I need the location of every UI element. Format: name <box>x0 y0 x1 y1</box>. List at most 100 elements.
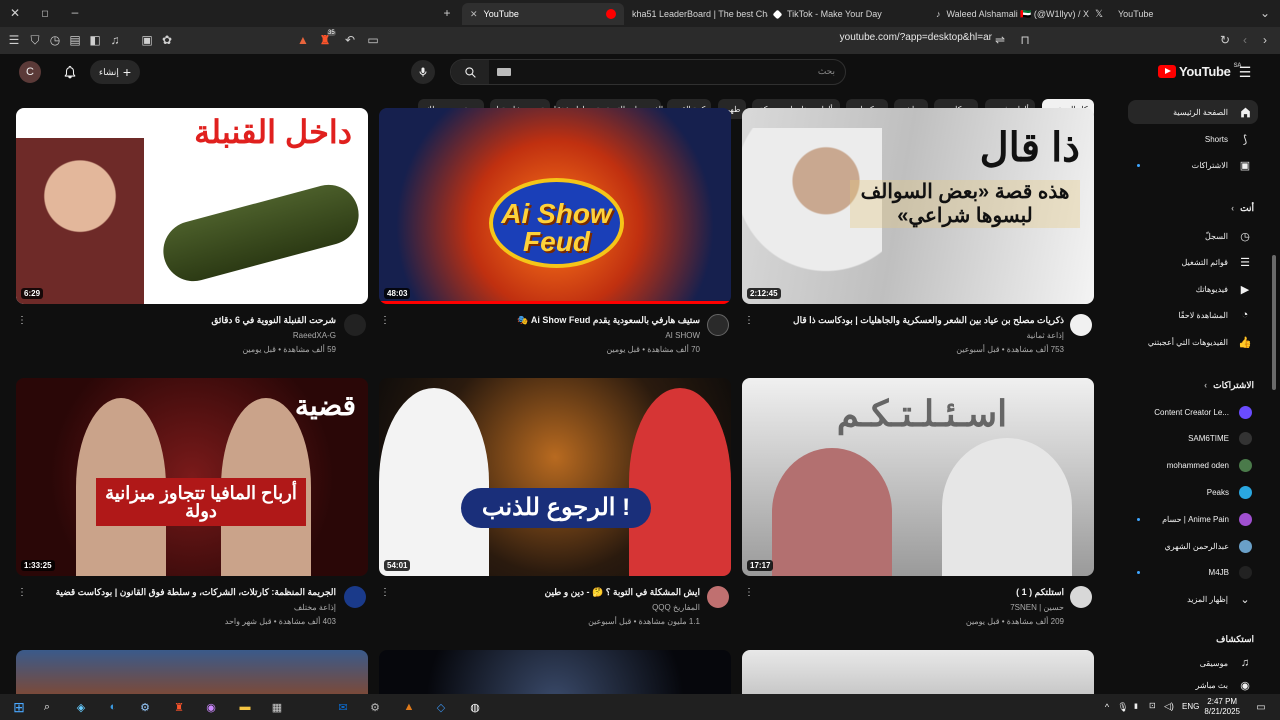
address-bar[interactable]: youtube.com/?app=desktop&hl=ar <box>742 32 992 43</box>
video-thumbnail[interactable]: Ai Show Feud 48:03 <box>379 108 731 304</box>
sidebar-item-playlists[interactable]: قوائم التشغيل ☰ <box>1128 250 1258 274</box>
notifications-icon[interactable]: ▭ <box>1252 698 1270 716</box>
search-icon[interactable]: ⌕ <box>38 698 56 716</box>
more-actions-icon[interactable]: ⋮ <box>17 587 27 598</box>
channel-name[interactable]: حسين | 7SNEN <box>760 603 1064 612</box>
edge-icon[interactable]: ◐ <box>104 698 122 716</box>
video-title[interactable]: ايش المشكلة في التوبة ؟ 🤔 - دين و طين <box>398 587 700 598</box>
sidebar-item-subscription[interactable]: SAM6TIME <box>1128 426 1258 450</box>
voice-search-button[interactable] <box>411 60 435 84</box>
tab-x[interactable]: ♪ Waleed Alshamali 🇦🇪 (@W1llyv) / X 𝕏 <box>928 3 1108 25</box>
guide-menu-icon[interactable]: ☰ <box>1236 63 1254 81</box>
subscriptions-section-header[interactable]: ‹ الاشتراكات <box>1128 380 1254 391</box>
video-title[interactable]: استلتكم ( 1 ) <box>760 587 1064 598</box>
video-title[interactable]: شرحت القنبلة النووية في 6 دقائق <box>36 315 336 326</box>
video-thumbnail[interactable] <box>742 650 1094 694</box>
windows-start-icon[interactable]: ⊞ <box>10 698 28 716</box>
channel-avatar[interactable] <box>1070 314 1092 336</box>
video-thumbnail[interactable]: ذا قال هذه قصة «بعض السوالف لبسوها شراعي… <box>742 108 1094 304</box>
shield-icon[interactable]: ⛉ <box>28 33 42 47</box>
menu-icon[interactable]: ☰ <box>7 33 21 47</box>
channel-avatar[interactable] <box>707 586 729 608</box>
tabs-icon[interactable]: ▤ <box>68 33 82 47</box>
tab-youtube-2[interactable]: YouTube <box>1110 3 1240 25</box>
chat-app-icon[interactable]: ◉ <box>202 698 220 716</box>
video-title[interactable]: ذكريات مصلح بن عياد بين الشعر والعسكرية … <box>760 315 1064 326</box>
reload-icon[interactable]: ↻ <box>1218 33 1232 47</box>
sidebar-item-live[interactable]: بث مباشر ◉ <box>1128 677 1258 694</box>
video-title[interactable]: الجريمة المنظمة: كارتلات، الشركات، و سلط… <box>36 587 336 598</box>
video-title[interactable]: ستيف هارفي بالسعودية يقدم Ai Show Feud 🎭 <box>398 315 700 326</box>
notifications-bell-icon[interactable] <box>61 63 79 81</box>
bookmark-icon[interactable]: ⊓ <box>1018 33 1032 47</box>
sidebar-item-subscription[interactable]: Peaks <box>1128 480 1258 504</box>
cast-icon[interactable]: ▭ <box>366 33 380 47</box>
network-icon[interactable]: ⊡ <box>1149 701 1156 710</box>
more-actions-icon[interactable]: ⋮ <box>744 315 754 326</box>
sidebar-item-liked[interactable]: الفيديوهات التي أعجبتني 👍 <box>1128 330 1258 354</box>
avatar[interactable]: C <box>19 61 41 83</box>
sidebar-item-subscription[interactable]: عبدالرحمن الشهري <box>1128 534 1258 558</box>
youtube-logo[interactable]: YouTube SA <box>1158 63 1242 79</box>
search-box[interactable]: بحث <box>450 59 846 85</box>
sidebar-item-subscription[interactable]: Content Creator Le... <box>1128 400 1258 424</box>
create-button[interactable]: إنشاء + <box>90 60 140 84</box>
tab-youtube-active[interactable]: ✕ YouTube <box>462 3 624 25</box>
forward-icon[interactable]: ‹ <box>1238 33 1252 47</box>
app-icon[interactable]: ◍ <box>466 698 484 716</box>
more-actions-icon[interactable]: ⋮ <box>744 587 754 598</box>
microphone-tray-icon[interactable]: 🎙 <box>1114 698 1132 716</box>
video-thumbnail[interactable]: الرجوع للذنب ! 54:01 <box>379 378 731 576</box>
extensions-icon[interactable]: ✿ <box>160 33 174 47</box>
wifi-icon[interactable]: ▮ <box>1134 702 1138 710</box>
channel-name[interactable]: المفاريخ QQQ <box>398 603 700 612</box>
video-thumbnail[interactable]: داخل القنبلة 6:29 <box>16 108 368 304</box>
copilot-icon[interactable]: ◈ <box>72 698 90 716</box>
calculator-icon[interactable]: ▦ <box>268 698 286 716</box>
sidebar-item-subscription[interactable]: حسام | Anime Pain <box>1128 507 1258 531</box>
more-actions-icon[interactable]: ⋮ <box>380 315 390 326</box>
tab-switch-icon[interactable]: ◻ <box>38 6 52 20</box>
close-tab-icon[interactable]: ✕ <box>470 9 478 20</box>
app-a-icon[interactable]: ▲ <box>400 698 418 716</box>
new-tab-icon[interactable]: + <box>440 6 454 20</box>
sidebar-item-your-videos[interactable]: فيديوهاتك ▶ <box>1128 277 1258 301</box>
sidebar-item-shorts[interactable]: Shorts ⟆ <box>1128 127 1258 151</box>
video-thumbnail[interactable] <box>16 650 368 694</box>
sidebar-item-subscriptions[interactable]: الاشتراكات ▣ <box>1128 153 1258 177</box>
window-menu-icon[interactable]: ✕ <box>8 6 22 20</box>
show-more-button[interactable]: إظهار المزيد ⌄ <box>1128 587 1258 611</box>
input-language[interactable]: ENG <box>1182 702 1199 711</box>
app-icon[interactable]: ◇ <box>432 698 450 716</box>
file-explorer-icon[interactable]: ▬ <box>236 698 254 716</box>
music-icon[interactable]: ♫ <box>108 33 122 47</box>
more-actions-icon[interactable]: ⋮ <box>17 315 27 326</box>
sidebar-item-subscription[interactable]: M4JB <box>1128 560 1258 584</box>
back-icon[interactable]: › <box>1258 33 1272 47</box>
search-input[interactable]: بحث <box>818 66 835 77</box>
sidebar-item-home[interactable]: الصفحة الرئيسية <box>1128 100 1258 124</box>
more-actions-icon[interactable]: ⋮ <box>380 587 390 598</box>
channel-name[interactable]: إذاعة مختلف <box>36 603 336 612</box>
volume-icon[interactable]: ◁) <box>1164 701 1174 712</box>
video-thumbnail[interactable]: قضية أرباح المافيا تتجاوز ميزانية دولة 1… <box>16 378 368 576</box>
settings-icon[interactable]: ⚙ <box>366 698 384 716</box>
video-thumbnail[interactable] <box>379 650 731 694</box>
channel-name[interactable]: RaeedXA-G <box>36 331 336 340</box>
history-icon[interactable]: ◷ <box>48 33 62 47</box>
steam-icon[interactable]: ⚙ <box>136 698 154 716</box>
sidebar-item-music[interactable]: موسيقى ♫ <box>1128 651 1258 675</box>
sidebar-item-watch-later[interactable]: المشاهدة لاحقًا ◔ <box>1128 303 1258 327</box>
channel-avatar[interactable] <box>344 314 366 336</box>
share-icon[interactable]: ↶ <box>343 33 357 47</box>
outlook-icon[interactable]: ✉ <box>334 698 352 716</box>
system-clock[interactable]: 2:47 PM 8/21/2025 <box>1204 697 1240 717</box>
keyboard-icon[interactable] <box>497 68 511 76</box>
brave-rewards-icon[interactable]: ▲ <box>296 33 310 47</box>
sidebar-icon[interactable]: ◧ <box>88 33 102 47</box>
video-thumbnail[interactable]: اسـئـلـتـكـم 17:17 <box>742 378 1094 576</box>
tab-search-icon[interactable]: ⌄ <box>1258 6 1272 20</box>
tab-leaderboard[interactable]: kha51 LeaderBoard | The best Chattin... <box>624 3 768 25</box>
sidebar-item-history[interactable]: السجلّ ◷ <box>1128 224 1258 248</box>
channel-avatar[interactable] <box>344 586 366 608</box>
